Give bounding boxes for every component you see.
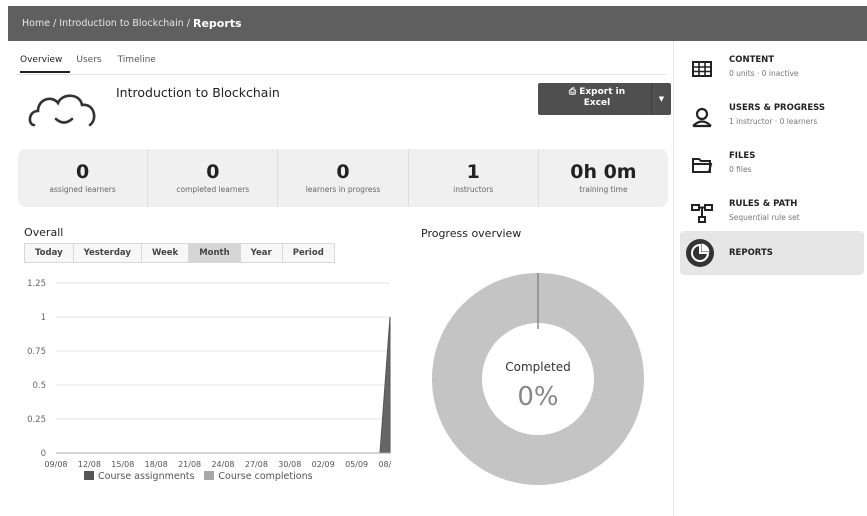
x-tick-label: 30/08 (278, 460, 301, 469)
stat-value: 1 (466, 161, 480, 183)
sidebar-item-title: USERS & PROGRESS (729, 103, 826, 113)
export-excel-button[interactable]: ⎙ Export in Excel ▼ (538, 83, 671, 115)
donut-percent: 0% (517, 382, 558, 412)
y-tick-label: 1.25 (27, 279, 46, 289)
overall-area-chart: 0 0.25 0.5 0.75 1 1.25 09/08 12/08 15/08 18/08 21/… (27, 279, 392, 469)
stat-training-time: 0h 0m training time (539, 149, 668, 207)
sidebar-item-title: CONTENT (729, 55, 775, 65)
sidebar-item-subtitle: 1 instructor · 0 learners (729, 117, 818, 126)
x-tick-label: 21/08 (178, 460, 201, 469)
stat-instructors: 1 instructors (409, 149, 539, 207)
y-tick-label: 0 (41, 449, 46, 459)
sidebar-item-subtitle: 0 files (729, 165, 752, 174)
y-tick-label: 0.75 (27, 347, 46, 357)
period-today-button[interactable]: Today (25, 244, 74, 262)
period-year-button[interactable]: Year (241, 244, 283, 262)
grid-icon (692, 61, 712, 77)
legend-label: Course completions (218, 471, 313, 482)
chevron-down-icon[interactable]: ▼ (651, 83, 671, 115)
sidebar-item-title: FILES (729, 151, 756, 161)
sidebar-item-title: REPORTS (729, 248, 773, 258)
stat-value: 0 (336, 161, 350, 183)
legend-label: Course assignments (98, 471, 195, 482)
stat-value: 0 (75, 161, 90, 183)
sidebar-item-content[interactable]: CONTENT 0 units · 0 inactive (680, 47, 864, 95)
sidebar: CONTENT 0 units · 0 inactive USERS & PRO… (673, 41, 867, 516)
x-tick-label: 05/09 (345, 460, 368, 469)
sidebar-item-files[interactable]: FILES 0 files (680, 143, 864, 191)
legend-swatch (84, 471, 94, 480)
chart-legend: Course assignments Course completions (84, 471, 313, 482)
stat-label: training time (579, 185, 628, 194)
tab-overview[interactable]: Overview (20, 51, 71, 73)
export-icon: ⎙ (568, 87, 580, 97)
breadcrumb-course-link[interactable]: Introduction to Blockchain (59, 18, 184, 29)
sidebar-item-subtitle: 0 units · 0 inactive (729, 69, 799, 78)
period-month-button[interactable]: Month (189, 244, 241, 262)
stats-panel: 0 assigned learners 0 completed learners… (18, 149, 668, 207)
stat-learners-in-progress: 0 learners in progress (278, 149, 409, 207)
pie-chart-icon (686, 239, 714, 267)
stat-label: completed learners (176, 185, 250, 194)
stat-value: 0h 0m (570, 161, 637, 183)
donut-center-label: Completed (505, 360, 570, 374)
period-custom-button[interactable]: Period (283, 244, 334, 262)
user-icon (692, 107, 712, 128)
x-tick-label: 15/08 (111, 460, 134, 469)
breadcrumb-current: Reports (193, 17, 242, 30)
x-tick-label: 24/08 (211, 460, 234, 469)
legend-item-completions[interactable]: Course completions (204, 471, 313, 482)
tab-users[interactable]: Users (76, 51, 111, 73)
main-panel: Overview Users Timeline Introduction to … (8, 41, 673, 516)
export-label-line2: Excel (583, 98, 611, 108)
x-tick-label: 08/09 (378, 460, 392, 469)
period-selector: Today Yesterday Week Month Year Period (24, 243, 335, 263)
breadcrumb: Home / Introduction to Blockchain / Repo… (8, 6, 867, 41)
sidebar-item-reports[interactable]: REPORTS (680, 231, 864, 275)
breadcrumb-separator: / (186, 18, 190, 29)
stat-label: instructors (453, 185, 494, 194)
stat-label: assigned learners (49, 185, 116, 194)
y-tick-label: 0.25 (27, 415, 46, 425)
sidebar-item-subtitle: Sequential rule set (729, 213, 800, 222)
y-tick-label: 0.5 (32, 381, 46, 391)
period-yesterday-button[interactable]: Yesterday (74, 244, 142, 262)
course-cloud-icon (28, 94, 96, 127)
stat-assigned-learners: 0 assigned learners (18, 149, 149, 207)
export-label-line1: Export in (579, 87, 626, 97)
breadcrumb-separator: / (53, 18, 57, 29)
tab-timeline[interactable]: Timeline (118, 51, 166, 73)
x-tick-label: 27/08 (245, 460, 268, 469)
breadcrumb-home-link[interactable]: Home (22, 18, 50, 29)
x-tick-label: 12/08 (78, 460, 101, 469)
x-tick-label: 02/09 (312, 460, 335, 469)
stat-value: 0 (206, 161, 220, 183)
sidebar-item-title: RULES & PATH (729, 199, 798, 209)
x-tick-label: 09/08 (44, 460, 67, 469)
course-title: Introduction to Blockchain (116, 85, 280, 100)
tab-bar: Overview Users Timeline (20, 51, 172, 73)
overall-title: Overall (24, 226, 64, 239)
stat-label: learners in progress (305, 185, 381, 194)
legend-item-assignments[interactable]: Course assignments (84, 471, 194, 482)
progress-donut-chart: Completed 0% (432, 273, 644, 485)
period-week-button[interactable]: Week (142, 244, 190, 262)
folder-icon (692, 158, 713, 173)
stat-completed-learners: 0 completed learners (148, 149, 279, 207)
tab-divider (16, 74, 666, 75)
legend-swatch (204, 471, 215, 480)
x-tick-label: 18/08 (145, 460, 168, 469)
y-tick-label: 1 (41, 313, 46, 323)
progress-overview-title: Progress overview (421, 227, 522, 240)
path-icon (691, 204, 713, 223)
sidebar-item-users-progress[interactable]: USERS & PROGRESS 1 instructor · 0 learne… (680, 95, 864, 143)
